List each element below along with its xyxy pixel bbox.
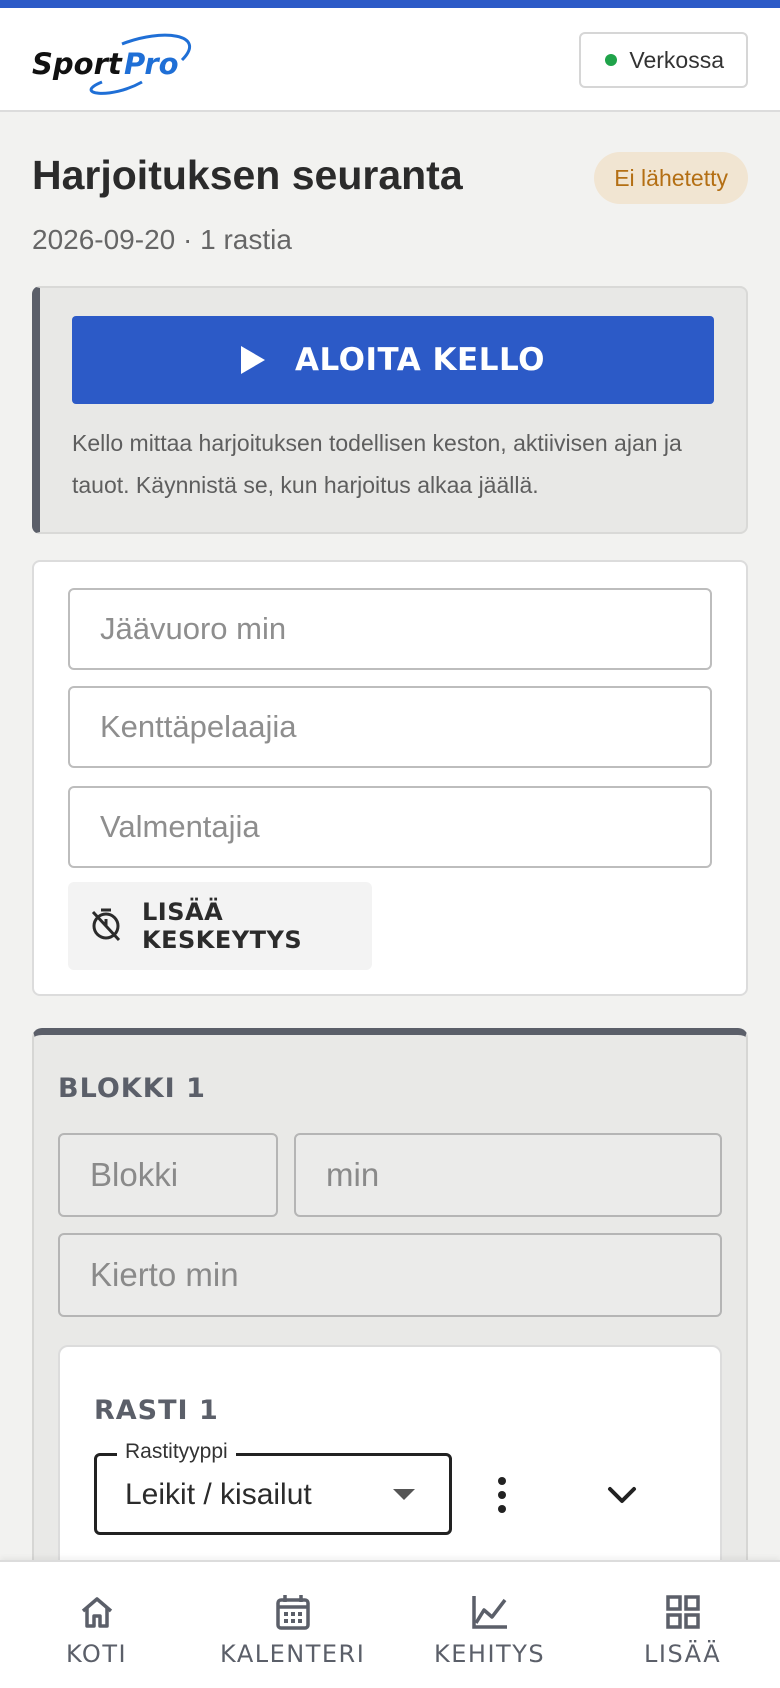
station-title: RASTI 1 [94, 1395, 219, 1426]
station-type-label: Rastityyppi [117, 1440, 236, 1464]
nav-label-more: LISÄÄ [644, 1640, 722, 1668]
station-type-select[interactable]: Rastityyppi Leikit / kisailut [94, 1440, 452, 1535]
home-icon [81, 1597, 112, 1628]
nav-label-progress: KEHITYS [434, 1640, 546, 1668]
online-status-label: Verkossa [629, 46, 724, 73]
rotation-minutes-input[interactable] [58, 1233, 722, 1317]
block-title: BLOKKI 1 [58, 1073, 206, 1104]
page-subtitle: 2026-09-20 · 1 rastia [32, 224, 292, 255]
nav-item-calendar[interactable]: KALENTERI [220, 1592, 365, 1668]
start-clock-label: ALOITA KELLO [294, 342, 545, 378]
calendar-icon [275, 1595, 310, 1630]
clock-card: ALOITA KELLO Kello mittaa harjoituksen t… [32, 286, 748, 534]
start-clock-button[interactable]: ALOITA KELLO [72, 316, 714, 404]
status-badge: Ei lähetetty [594, 152, 748, 204]
add-pause-button[interactable]: LISÄÄ KESKEYTYS [68, 882, 372, 970]
timer-off-icon [88, 906, 124, 947]
more-options-button[interactable] [480, 1469, 524, 1521]
add-pause-label: LISÄÄ KESKEYTYS [142, 898, 303, 954]
app-header: Sport Pro Verkossa [0, 8, 780, 112]
clock-description: Kello mittaa harjoituksen todellisen kes… [72, 430, 682, 498]
session-fields-card: LISÄÄ KESKEYTYS [32, 560, 748, 996]
station-type-value: Leikit / kisailut [125, 1478, 312, 1511]
coaches-input[interactable] [68, 786, 712, 868]
nav-item-more[interactable]: LISÄÄ [644, 1592, 721, 1668]
more-vert-icon [498, 1477, 506, 1485]
online-dot-icon [605, 54, 618, 66]
grid-icon [665, 1595, 700, 1629]
play-icon [240, 346, 265, 374]
expand-station-button[interactable] [594, 1467, 650, 1523]
nav-label-home: KOTI [66, 1640, 128, 1668]
sportpro-logo: Sport Pro [32, 30, 204, 100]
dropdown-caret-icon [393, 1489, 415, 1500]
top-accent-strip [0, 0, 780, 8]
ice-time-input[interactable] [68, 588, 712, 670]
block-minutes-input[interactable] [294, 1133, 722, 1217]
nav-label-calendar: KALENTERI [220, 1640, 366, 1668]
page-title: Harjoituksen seuranta [32, 152, 463, 198]
svg-text:Pro: Pro [124, 47, 179, 81]
chart-icon [471, 1596, 507, 1629]
online-status-indicator: Verkossa [579, 32, 748, 88]
nav-item-home[interactable]: KOTI [66, 1592, 127, 1668]
bottom-navigation: KOTI KALENTERI KEHITYS LISÄÄ [0, 1560, 780, 1688]
svg-text:Sport: Sport [32, 47, 123, 81]
chevron-down-icon [608, 1487, 636, 1503]
field-players-input[interactable] [68, 686, 712, 768]
nav-item-progress[interactable]: KEHITYS [434, 1592, 545, 1668]
block-name-input[interactable] [58, 1133, 278, 1217]
